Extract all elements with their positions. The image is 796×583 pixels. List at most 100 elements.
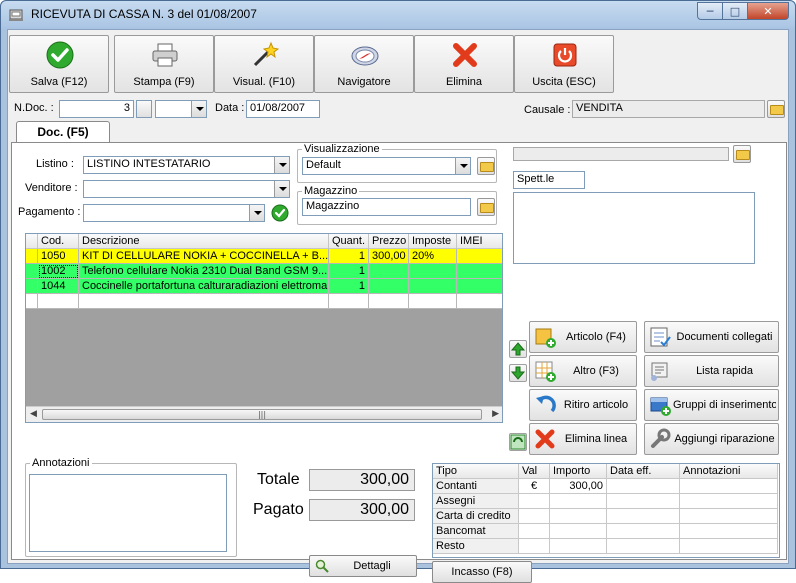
paid-label: Pagato xyxy=(253,501,304,518)
close-button[interactable]: ✕ xyxy=(747,2,789,20)
venditore-combo[interactable] xyxy=(83,180,290,198)
details-label: Dettagli xyxy=(353,560,391,572)
add-repair-button[interactable]: Aggiungi riparazione xyxy=(644,423,779,455)
magic-wand-icon xyxy=(253,41,279,67)
payment-row[interactable]: Resto xyxy=(433,539,778,554)
payment-row[interactable]: Contanti € 300,00 xyxy=(433,479,778,494)
wrench-icon xyxy=(651,428,671,448)
table-row[interactable]: 1050 KIT DI CELLULARE NOKIA + COCCINELLA… xyxy=(26,249,502,264)
payment-type: Assegni xyxy=(433,494,519,509)
table-row-empty[interactable] xyxy=(26,294,502,309)
payment-note xyxy=(680,524,778,539)
delete-x-icon xyxy=(535,429,555,449)
maximize-icon: □ xyxy=(729,4,741,18)
cell-empty xyxy=(79,294,329,309)
exit-button[interactable]: Uscita (ESC) xyxy=(514,35,614,93)
col-annotazioni[interactable]: Annotazioni xyxy=(680,464,778,479)
minimize-button[interactable]: ─ xyxy=(697,2,723,20)
payment-currency xyxy=(519,524,550,539)
grid-horizontal-scrollbar[interactable]: ◀ ||| ▶ xyxy=(26,406,502,422)
scroll-right-icon[interactable]: ▶ xyxy=(492,409,499,419)
client-search-input[interactable] xyxy=(513,147,729,161)
scrollbar-thumb[interactable]: ||| xyxy=(42,409,482,420)
payment-type: Carta di credito xyxy=(433,509,519,524)
insert-groups-button[interactable]: Gruppi di inserimento xyxy=(644,389,779,421)
cell-price xyxy=(369,264,409,279)
incasso-button[interactable]: Incasso (F8) xyxy=(432,561,532,583)
add-other-button[interactable]: Altro (F3) xyxy=(529,355,637,387)
tab-doc[interactable]: Doc. (F5) xyxy=(16,121,110,143)
print-button[interactable]: Stampa (F9) xyxy=(114,35,214,93)
quick-list-button[interactable]: Lista rapida xyxy=(644,355,779,387)
payment-date xyxy=(607,494,680,509)
payment-amount xyxy=(550,494,607,509)
compass-icon xyxy=(351,46,379,66)
spett-input[interactable]: Spett.le xyxy=(513,171,585,189)
listino-combo[interactable]: LISTINO INTESTATARIO xyxy=(83,156,290,174)
payment-amount: 300,00 xyxy=(550,479,607,494)
table-row[interactable]: 1044 Coccinelle portafortuna calturaradi… xyxy=(26,279,502,294)
linked-documents-button[interactable]: Documenti collegati xyxy=(644,321,779,353)
date-input[interactable]: 01/08/2007 xyxy=(246,100,320,118)
col-prezzo[interactable]: Prezzo xyxy=(369,234,409,249)
col-imei[interactable]: IMEI xyxy=(457,234,502,249)
notes-textarea[interactable] xyxy=(29,474,227,552)
scroll-left-icon[interactable]: ◀ xyxy=(30,409,37,419)
listino-label: Listino : xyxy=(36,158,74,170)
view-button[interactable]: Visual. (F10) xyxy=(214,35,314,93)
add-article-button[interactable]: Articolo (F4) xyxy=(529,321,637,353)
visualizzazione-folder-button[interactable] xyxy=(477,157,495,175)
chevron-down-icon xyxy=(455,158,470,174)
return-article-button[interactable]: Ritiro articolo xyxy=(529,389,637,421)
table-row[interactable]: 1002 Telefono cellulare Nokia 2310 Dual … xyxy=(26,264,502,279)
payment-row[interactable]: Assegni xyxy=(433,494,778,509)
col-quant[interactable]: Quant. xyxy=(329,234,369,249)
client-address-textarea[interactable] xyxy=(513,192,755,264)
maximize-button[interactable]: □ xyxy=(722,2,748,20)
cell-cod: 1002 xyxy=(38,264,79,279)
col-descrizione[interactable]: Descrizione xyxy=(79,234,329,249)
details-button[interactable]: Dettagli xyxy=(309,555,417,577)
payment-row[interactable]: Bancomat xyxy=(433,524,778,539)
linked-documents-label: Documenti collegati xyxy=(676,331,773,343)
magazzino-input[interactable]: Magazzino xyxy=(302,198,471,216)
ndoc-input[interactable]: 3 xyxy=(59,100,134,118)
ndoc-suffix-button[interactable] xyxy=(136,100,152,118)
move-up-button[interactable] xyxy=(509,340,527,358)
ndoc-series-combo[interactable] xyxy=(155,100,207,118)
navigator-button[interactable]: Navigatore xyxy=(314,35,414,93)
payment-note xyxy=(680,479,778,494)
move-down-button[interactable] xyxy=(509,364,527,382)
col-imposte[interactable]: Imposte xyxy=(409,234,457,249)
navigator-label: Navigatore xyxy=(337,76,391,88)
payment-type: Resto xyxy=(433,539,519,554)
add-other-label: Altro (F3) xyxy=(573,365,619,377)
total-label: Totale xyxy=(257,471,300,488)
causale-folder-button[interactable] xyxy=(767,100,785,118)
payment-row[interactable]: Carta di credito xyxy=(433,509,778,524)
payments-table: Tipo Val Importo Data eff. Annotazioni C… xyxy=(432,463,780,558)
save-button[interactable]: Salva (F12) xyxy=(9,35,109,93)
causale-input[interactable]: VENDITA xyxy=(572,100,765,118)
col-tipo[interactable]: Tipo xyxy=(433,464,519,479)
col-importo[interactable]: Importo xyxy=(550,464,607,479)
delete-button[interactable]: Elimina xyxy=(414,35,514,93)
delete-line-button[interactable]: Elimina linea xyxy=(529,423,637,455)
notes-legend: Annotazioni xyxy=(32,457,90,469)
visualizzazione-combo[interactable]: Default xyxy=(302,157,471,175)
magazzino-folder-button[interactable] xyxy=(477,198,495,216)
client-folder-button[interactable] xyxy=(733,145,751,163)
refresh-button[interactable] xyxy=(509,433,527,451)
arrow-up-icon xyxy=(510,342,526,356)
cell-price xyxy=(369,279,409,294)
pagamento-combo[interactable] xyxy=(83,204,265,222)
cell-desc: Telefono cellulare Nokia 2310 Dual Band … xyxy=(79,264,329,279)
confirm-check-icon[interactable] xyxy=(271,204,289,222)
col-cod[interactable]: Cod. xyxy=(38,234,79,249)
col-val[interactable]: Val xyxy=(519,464,550,479)
cell-desc: KIT DI CELLULARE NOKIA + COCCINELLA + B.… xyxy=(79,249,329,264)
payment-date xyxy=(607,509,680,524)
payment-note xyxy=(680,509,778,524)
col-data-eff[interactable]: Data eff. xyxy=(607,464,680,479)
row-indicator xyxy=(26,279,38,294)
